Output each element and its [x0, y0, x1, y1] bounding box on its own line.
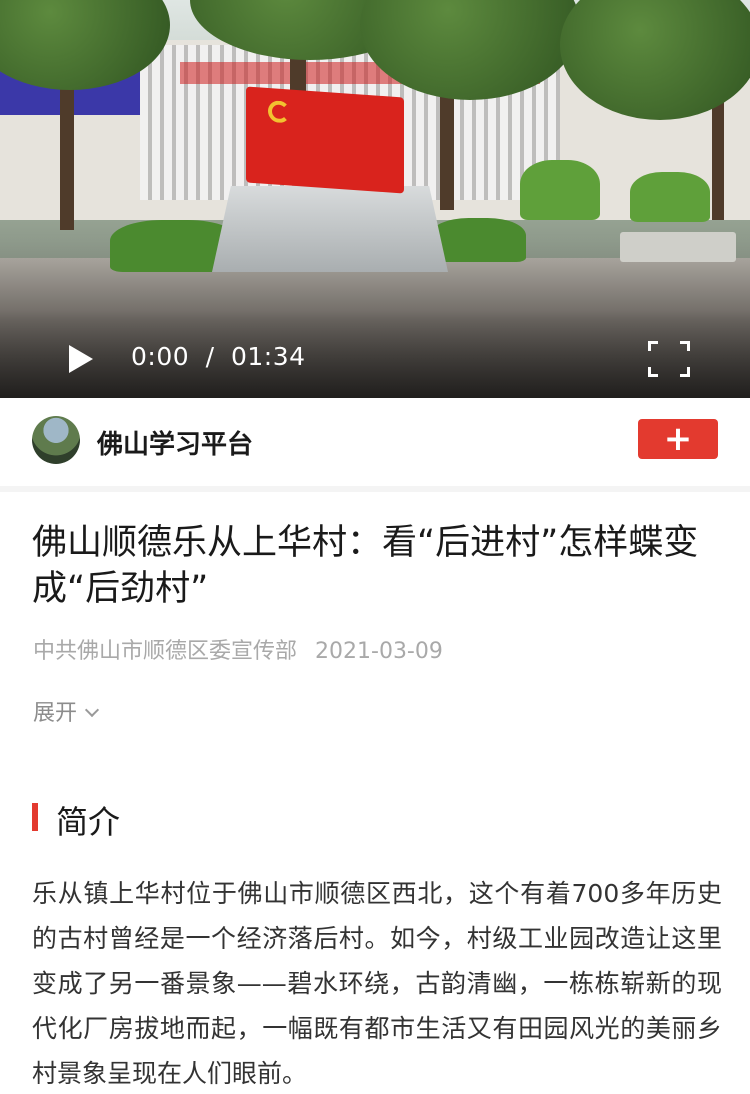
play-button[interactable]: [66, 343, 96, 375]
video-frame-bench: [620, 232, 736, 262]
article-source: 中共佛山市顺德区委宣传部: [33, 639, 298, 664]
time-separator: /: [205, 342, 215, 371]
section-title: 简介: [56, 803, 121, 841]
avatar[interactable]: [32, 416, 80, 464]
current-time: 0:00: [131, 342, 190, 371]
article-date: 2021-03-09: [315, 639, 443, 664]
channel-bar: 佛山学习平台 +: [0, 398, 750, 486]
video-player[interactable]: [0, 0, 750, 398]
fullscreen-icon: [648, 341, 658, 351]
fullscreen-button[interactable]: [648, 341, 690, 377]
video-frame-hedge: [630, 172, 710, 222]
video-frame-hedge: [520, 160, 600, 220]
expand-button[interactable]: 展开: [33, 695, 100, 727]
duration: 01:34: [230, 342, 306, 371]
follow-button[interactable]: +: [638, 419, 718, 459]
video-frame-hedge: [430, 218, 526, 262]
plus-icon: +: [663, 419, 693, 459]
video-time: 0:00 / 01:34: [131, 342, 306, 371]
video-frame-monument-base: [212, 186, 448, 272]
article-meta: 中共佛山市顺德区委宣传部 2021-03-09: [33, 633, 443, 665]
video-frame-flag-sculpture: [246, 86, 404, 194]
divider: [0, 486, 750, 492]
expand-label: 展开: [33, 701, 78, 726]
article-title: 佛山顺德乐从上华村：看“后进村”怎样蝶变成“后劲村”: [32, 523, 699, 609]
emblem-icon: [268, 100, 290, 124]
section-body: 乐从镇上华村位于佛山市顺德区西北，这个有着700多年历史的古村曾经是一个经济落后…: [32, 879, 722, 1088]
section-accent-bar: [32, 803, 38, 831]
channel-name[interactable]: 佛山学习平台: [97, 424, 253, 461]
video-controls: [0, 310, 750, 398]
chevron-down-icon: [84, 702, 100, 718]
